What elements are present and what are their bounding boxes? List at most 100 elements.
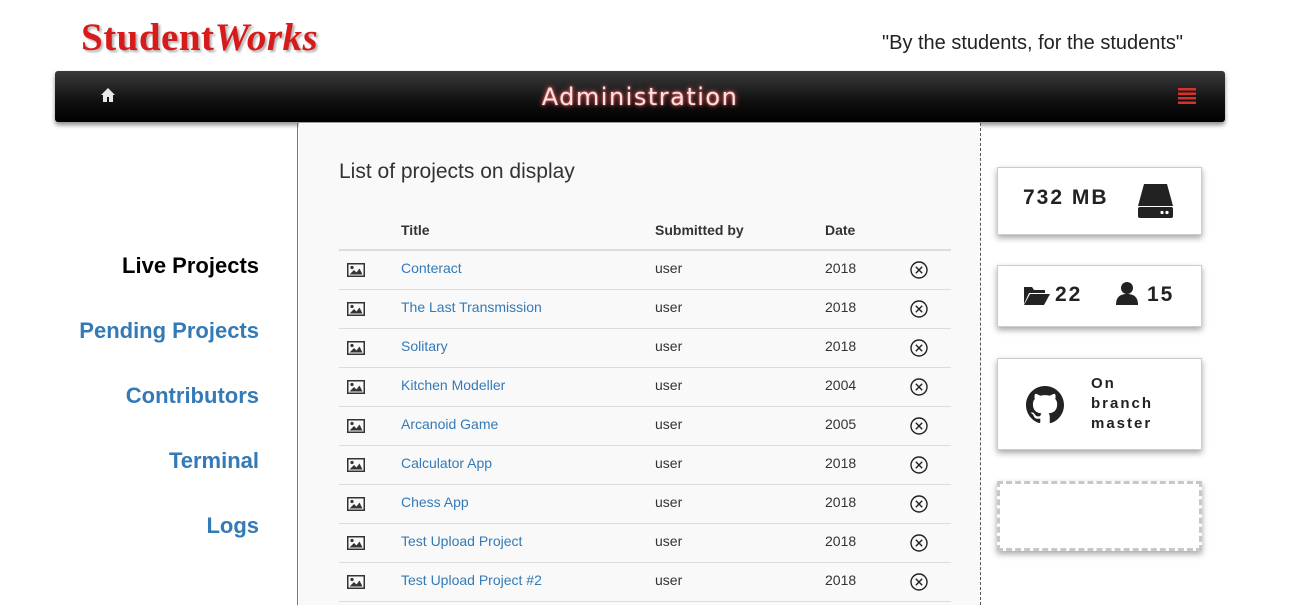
remove-circle-icon[interactable] — [910, 338, 928, 357]
logo-text-student: Student — [81, 16, 215, 59]
row-date: 2018 — [825, 523, 897, 563]
remove-circle-icon[interactable] — [910, 261, 928, 279]
sidebar-item-terminal[interactable]: Terminal — [169, 448, 259, 474]
project-title-link[interactable]: Test Upload Project #2 — [401, 572, 542, 588]
project-title-link[interactable]: Calculator App — [401, 455, 492, 471]
row-date: 2018 — [825, 445, 897, 485]
row-date: 2005 — [825, 406, 897, 446]
image-icon[interactable] — [347, 496, 365, 511]
project-title-link[interactable]: Solitary — [401, 338, 448, 354]
row-actions-cell — [897, 484, 951, 524]
row-thumbnail-cell — [339, 406, 401, 446]
site-logo[interactable]: StudentWorks — [81, 16, 318, 60]
project-title-link[interactable]: The Last Transmission — [401, 299, 542, 315]
remove-circle-icon[interactable] — [910, 299, 928, 318]
row-submitted-by: user — [655, 328, 825, 368]
row-thumbnail-cell — [339, 328, 401, 368]
row-actions-cell — [897, 445, 951, 485]
remove-circle-icon[interactable] — [910, 416, 928, 435]
remove-circle-icon[interactable] — [910, 533, 928, 552]
row-thumbnail-cell — [339, 250, 401, 290]
projects-count: 22 — [1055, 283, 1083, 306]
row-date: 2018 — [825, 562, 897, 602]
counts-card: 22 15 — [997, 265, 1202, 327]
top-navbar: Administration — [55, 71, 1225, 122]
table-header-row: Title Submitted by Date — [339, 211, 951, 251]
table-row: Test Upload Project user 2018 — [339, 523, 951, 563]
image-icon[interactable] — [347, 301, 365, 316]
project-title-link[interactable]: Kitchen Modeller — [401, 377, 505, 393]
section-heading: List of projects on display — [339, 160, 575, 183]
table-row: Chess App user 2018 — [339, 484, 951, 524]
row-title-cell: Solitary — [401, 328, 655, 368]
column-header-image — [339, 211, 401, 251]
table-row: The Last Transmission user 2018 — [339, 289, 951, 329]
row-title-cell: Chess App — [401, 484, 655, 524]
row-submitted-by: user — [655, 250, 825, 290]
project-title-link[interactable]: Chess App — [401, 494, 469, 510]
image-icon[interactable] — [347, 457, 365, 472]
sidebar-item-logs[interactable]: Logs — [206, 513, 259, 539]
row-title-cell: Kitchen Modeller — [401, 367, 655, 407]
table-row: Kitchen Modeller user 2004 — [339, 367, 951, 407]
image-icon[interactable] — [347, 418, 365, 433]
column-header-submitted-by: Submitted by — [655, 211, 825, 251]
logo-text-works: Works — [214, 16, 319, 59]
row-submitted-by: user — [655, 406, 825, 446]
branch-line-name: master — [1091, 415, 1153, 432]
site-tagline: "By the students, for the students" — [882, 32, 1184, 54]
row-actions-cell — [897, 328, 951, 368]
table-row: Conteract user 2018 — [339, 250, 951, 290]
row-date: 2004 — [825, 367, 897, 407]
remove-circle-icon[interactable] — [910, 377, 928, 396]
row-title-cell: Conteract — [401, 250, 655, 290]
column-header-actions — [897, 211, 951, 251]
column-header-title: Title — [401, 211, 655, 251]
image-icon[interactable] — [347, 340, 365, 355]
menu-icon[interactable] — [1178, 88, 1196, 104]
image-icon[interactable] — [347, 262, 365, 277]
projects-table: Title Submitted by Date Conteract user 201… — [339, 211, 951, 602]
row-actions-cell — [897, 523, 951, 563]
row-submitted-by: user — [655, 445, 825, 485]
row-submitted-by: user — [655, 562, 825, 602]
remove-circle-icon[interactable] — [910, 572, 928, 591]
sidebar-nav: Live Projects Pending Projects Contribut… — [55, 123, 298, 605]
project-title-link[interactable]: Test Upload Project — [401, 533, 522, 549]
project-title-link[interactable]: Conteract — [401, 260, 462, 276]
row-date: 2018 — [825, 328, 897, 368]
column-header-date: Date — [825, 211, 897, 251]
project-title-link[interactable]: Arcanoid Game — [401, 416, 498, 432]
empty-drop-card — [997, 481, 1202, 551]
row-date: 2018 — [825, 289, 897, 329]
sidebar-item-live-projects[interactable]: Live Projects — [122, 253, 259, 279]
table-row: Arcanoid Game user 2005 — [339, 406, 951, 446]
sidebar-item-contributors[interactable]: Contributors — [126, 383, 259, 409]
user-icon — [1116, 282, 1138, 305]
row-thumbnail-cell — [339, 445, 401, 485]
sidebar-item-pending-projects[interactable]: Pending Projects — [79, 318, 259, 344]
row-title-cell: The Last Transmission — [401, 289, 655, 329]
row-title-cell: Calculator App — [401, 445, 655, 485]
table-row: Test Upload Project #2 user 2018 — [339, 562, 951, 602]
image-icon[interactable] — [347, 379, 365, 394]
row-title-cell: Test Upload Project #2 — [401, 562, 655, 602]
image-icon[interactable] — [347, 574, 365, 589]
row-thumbnail-cell — [339, 562, 401, 602]
row-actions-cell — [897, 289, 951, 329]
users-count: 15 — [1147, 283, 1175, 306]
git-branch-card: On branch master — [997, 358, 1202, 450]
storage-card: 732 MB — [997, 167, 1202, 235]
row-date: 2018 — [825, 484, 897, 524]
main-panel: List of projects on display Title Submit… — [299, 123, 981, 605]
row-submitted-by: user — [655, 523, 825, 563]
github-icon — [1026, 386, 1064, 424]
row-title-cell: Test Upload Project — [401, 523, 655, 563]
row-submitted-by: user — [655, 367, 825, 407]
image-icon[interactable] — [347, 535, 365, 550]
remove-circle-icon[interactable] — [910, 494, 928, 513]
row-actions-cell — [897, 367, 951, 407]
remove-circle-icon[interactable] — [910, 455, 928, 474]
table-row: Solitary user 2018 — [339, 328, 951, 368]
page-title: Administration — [541, 83, 739, 111]
